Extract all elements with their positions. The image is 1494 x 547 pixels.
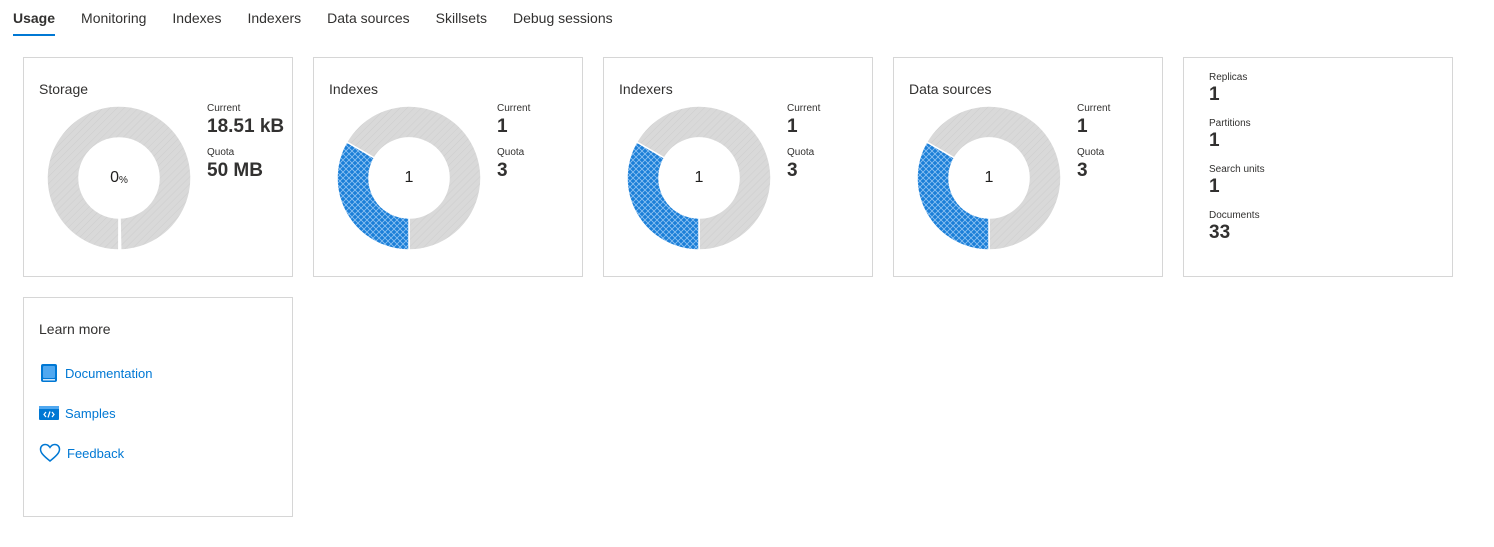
indexes-donut-used-slice	[336, 140, 410, 251]
indexes-card: Indexes 1 Current 1 Quota 3	[313, 57, 583, 277]
tab-skillsets[interactable]: Skillsets	[436, 0, 487, 36]
indexers-quota-value: 3	[787, 160, 798, 181]
indexes-current-label: Current	[497, 103, 531, 114]
indexers-current-value: 1	[787, 116, 798, 137]
learn-more-title: Learn more	[39, 321, 111, 337]
indexes-title: Indexes	[329, 81, 379, 97]
documents-value: 33	[1209, 222, 1231, 243]
tab-indexes[interactable]: Indexes	[172, 0, 221, 36]
indexers-stats: Current 1 Quota 3	[787, 103, 820, 191]
data-sources-card: Data sources 1 Current 1 Quota 3	[893, 57, 1163, 277]
samples-link[interactable]: Samples	[39, 403, 116, 423]
indexes-current-value: 1	[497, 116, 508, 137]
indexers-donut-used-slice	[626, 140, 700, 251]
data-sources-title: Data sources	[909, 81, 992, 97]
tab-indexers[interactable]: Indexers	[247, 0, 301, 36]
indexes-donut	[336, 105, 482, 251]
indexers-card: Indexers 1 Current 1 Quota 3	[603, 57, 873, 277]
indexers-current-label: Current	[787, 103, 821, 114]
documentation-link[interactable]: Documentation	[39, 363, 152, 383]
storage-donut-free-slice	[46, 105, 192, 251]
tab-usage[interactable]: Usage	[13, 0, 56, 36]
storage-title: Storage	[39, 81, 89, 97]
indexers-donut	[626, 105, 772, 251]
storage-donut	[46, 105, 192, 251]
summary-card: Replicas 1 Partitions 1 Search units 1 D…	[1183, 57, 1453, 277]
replicas-value: 1	[1209, 84, 1220, 105]
feedback-link-label: Feedback	[67, 445, 125, 461]
partitions-value: 1	[1209, 130, 1220, 151]
indexers-title: Indexers	[619, 81, 673, 97]
data-sources-donut	[916, 105, 1062, 251]
indexes-quota-label: Quota	[497, 147, 525, 158]
indexes-stats: Current 1 Quota 3	[497, 103, 530, 191]
data-sources-stats: Current 1 Quota 3	[1077, 103, 1110, 191]
indexes-quota-value: 3	[497, 160, 508, 181]
documents-label: Documents	[1209, 210, 1260, 221]
storage-current-label: Current	[207, 103, 241, 114]
storage-quota-label: Quota	[207, 147, 235, 158]
data-sources-current-value: 1	[1077, 116, 1088, 137]
documentation-link-label: Documentation	[65, 365, 153, 381]
data-sources-quota-label: Quota	[1077, 147, 1105, 158]
storage-stats: Current 18.51 kB Quota 50 MB	[207, 103, 284, 191]
heart-icon	[39, 443, 61, 463]
search-units-value: 1	[1209, 176, 1220, 197]
feedback-link[interactable]: Feedback	[39, 443, 124, 463]
code-icon	[39, 403, 59, 423]
storage-current-value: 18.51 kB	[207, 116, 285, 137]
tab-data-sources[interactable]: Data sources	[327, 0, 409, 36]
data-sources-current-label: Current	[1077, 103, 1111, 114]
tab-bar: Usage Monitoring Indexes Indexers Data s…	[13, 0, 639, 36]
storage-quota-value: 50 MB	[207, 160, 263, 181]
partitions-label: Partitions	[1209, 118, 1251, 129]
indexers-quota-label: Quota	[787, 147, 815, 158]
data-sources-quota-value: 3	[1077, 160, 1088, 181]
datasources-donut-used-slice	[916, 140, 990, 251]
samples-link-label: Samples	[65, 405, 116, 421]
replicas-label: Replicas	[1209, 72, 1248, 83]
storage-donut-used-slice	[118, 217, 122, 251]
tab-debug-sessions[interactable]: Debug sessions	[513, 0, 613, 36]
book-icon	[39, 363, 59, 383]
tab-monitoring[interactable]: Monitoring	[81, 0, 146, 36]
search-units-label: Search units	[1209, 164, 1265, 175]
storage-card: Storage 0% Current 18.51 kB Quota 50 MB	[23, 57, 293, 277]
summary-list: Replicas 1 Partitions 1 Search units 1 D…	[1209, 72, 1265, 256]
learn-more-card: Learn more Documentation Samples Feedbac…	[23, 297, 293, 517]
